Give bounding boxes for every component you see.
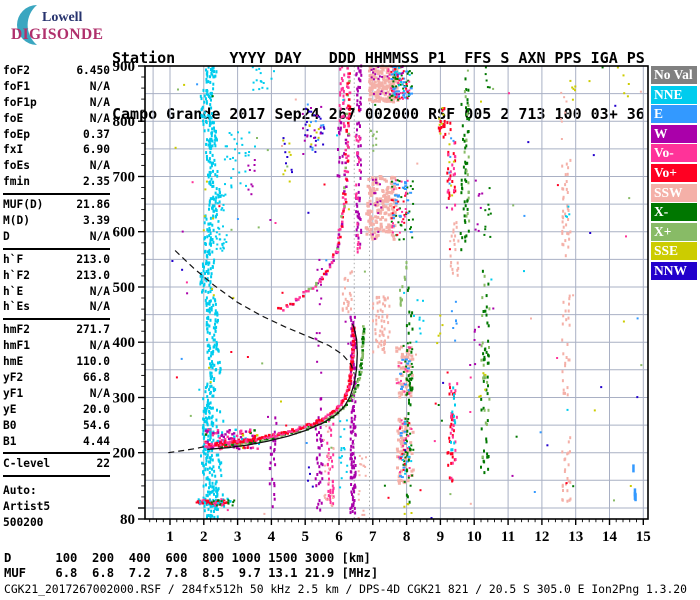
svg-text:2: 2 (200, 529, 208, 545)
svg-text:700: 700 (113, 170, 136, 186)
svg-text:11: 11 (501, 529, 515, 545)
legend-item-noval: No Val (651, 66, 697, 84)
legend-item-w: W (651, 124, 697, 143)
svg-text:7: 7 (369, 529, 377, 545)
svg-text:200: 200 (113, 446, 136, 462)
svg-text:1: 1 (166, 529, 174, 545)
legend-item-ssw: SSW (651, 183, 697, 202)
legend-item-nne: NNE (651, 85, 697, 104)
legend-item-sse: SSE (651, 242, 697, 261)
legend-item-x: X- (651, 203, 697, 222)
svg-text:6: 6 (335, 529, 343, 545)
svg-text:400: 400 (113, 335, 136, 351)
svg-text:80: 80 (120, 512, 135, 528)
svg-text:13: 13 (568, 529, 583, 545)
svg-text:300: 300 (113, 391, 136, 407)
muf-row: MUF 6.8 6.8 7.2 7.8 8.5 9.7 13.1 21.9 [M… (4, 565, 379, 580)
legend-item-nnw: NNW (651, 261, 697, 280)
source-line: CGK21_2017267002000.RSF / 284fx512h 50 k… (4, 582, 687, 596)
ionogram-viewer: Lowell DIGISONDE Station YYYY DAY DDD HH… (0, 0, 700, 600)
svg-text:15: 15 (636, 529, 651, 545)
svg-text:600: 600 (113, 225, 136, 241)
svg-text:12: 12 (534, 529, 549, 545)
echo-legend: No Val NNE E W Vo- Vo+ SSW X- X+ SSE NNW (651, 66, 697, 282)
distance-row: D 100 200 400 600 800 1000 1500 3000 [km… (4, 551, 371, 565)
svg-text:10: 10 (467, 529, 482, 545)
svg-text:5: 5 (301, 529, 309, 545)
svg-text:800: 800 (113, 114, 136, 130)
svg-text:8: 8 (403, 529, 411, 545)
svg-text:900: 900 (113, 59, 136, 75)
legend-item-x: X+ (651, 222, 697, 241)
svg-text:9: 9 (437, 529, 445, 545)
svg-text:4: 4 (268, 529, 276, 545)
legend-item-vo: Vo- (651, 144, 697, 163)
legend-item-e: E (651, 105, 697, 124)
svg-text:14: 14 (602, 529, 618, 545)
legend-item-vo: Vo+ (651, 163, 697, 182)
svg-text:3: 3 (234, 529, 242, 545)
svg-text:500: 500 (113, 280, 136, 296)
muf-table: D 100 200 400 600 800 1000 1500 3000 [km… (4, 551, 378, 580)
ionogram-plot: 1 2 3 4 5 6 7 8 9 10 11 12 13 14 159008007006005004003… (113, 59, 651, 545)
